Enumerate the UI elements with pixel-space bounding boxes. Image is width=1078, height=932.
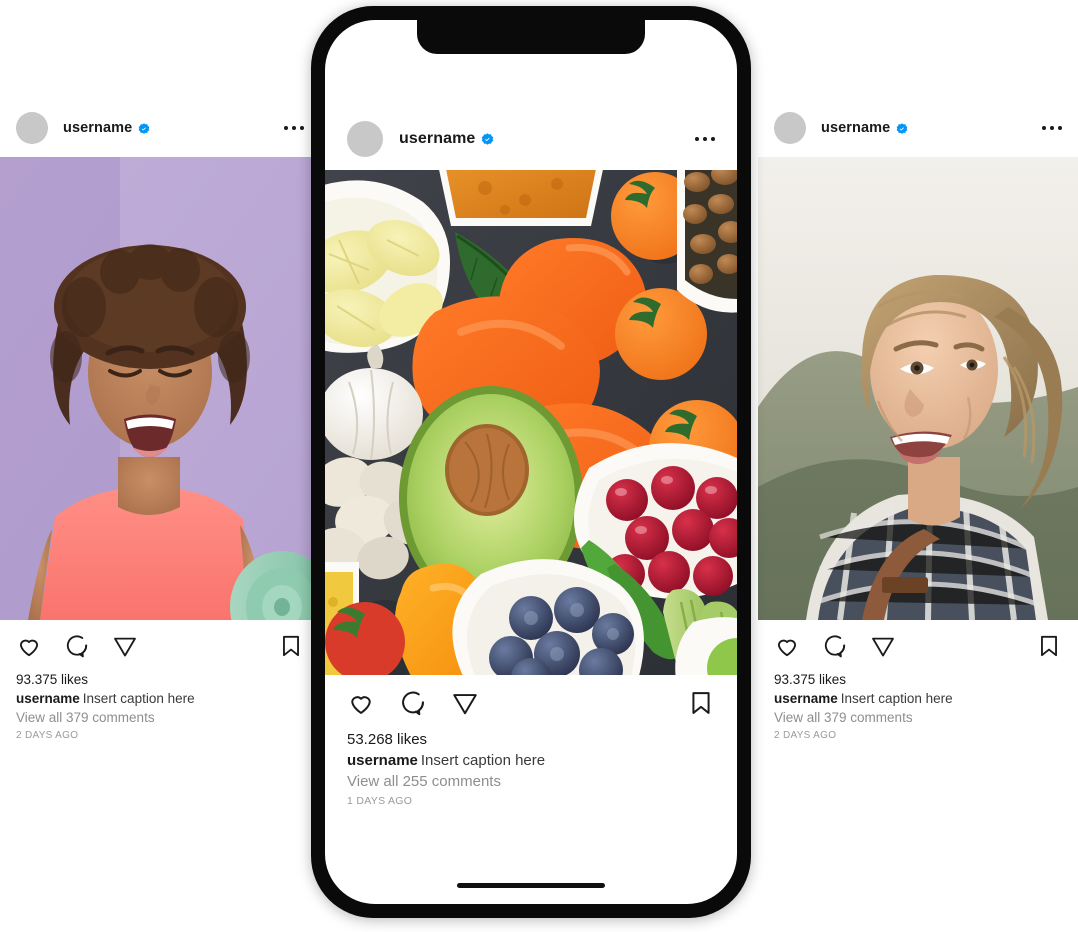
post-header-center: username (325, 108, 737, 170)
comment-icon[interactable] (64, 633, 90, 659)
likes-count: 93.375 likes (16, 672, 89, 687)
caption-text: Insert caption here (82, 691, 195, 706)
bookmark-icon[interactable] (278, 633, 304, 659)
bookmark-icon[interactable] (687, 689, 715, 717)
post-actions-left (0, 620, 320, 672)
share-icon[interactable] (112, 633, 138, 659)
phone-screen: username 53.268 likes username Insert ca… (325, 20, 737, 904)
phone-notch (417, 20, 645, 54)
share-icon[interactable] (870, 633, 896, 659)
share-icon[interactable] (451, 689, 479, 717)
verified-badge-icon (896, 122, 908, 134)
avatar[interactable] (16, 112, 48, 144)
post-header-left: username (0, 99, 320, 157)
post-image-right (758, 157, 1078, 620)
heart-icon[interactable] (774, 633, 800, 659)
post-meta-right: 93.375 likes username Insert caption here… (758, 672, 1078, 741)
caption: username Insert caption here (347, 752, 715, 769)
caption-username[interactable]: username (774, 691, 838, 706)
post-header-right: username (758, 99, 1078, 157)
caption-username[interactable]: username (16, 691, 80, 706)
post-meta-left: 93.375 likes username Insert caption here… (0, 672, 320, 741)
comment-icon[interactable] (399, 689, 427, 717)
post-actions-center (325, 675, 737, 731)
avatar[interactable] (774, 112, 806, 144)
post-timestamp: 2 DAYS AGO (16, 730, 79, 741)
avatar[interactable] (347, 121, 383, 157)
more-options-icon[interactable] (1042, 126, 1062, 130)
post-username[interactable]: username (63, 120, 132, 136)
post-card-right: username 93.375 likes username Insert ca… (758, 99, 1078, 741)
heart-icon[interactable] (347, 689, 375, 717)
post-meta-center: 53.268 likes username Insert caption here… (325, 731, 737, 807)
caption: username Insert caption here (774, 691, 1062, 706)
post-timestamp: 1 DAYS AGO (347, 795, 413, 807)
home-indicator[interactable] (457, 883, 605, 888)
caption: username Insert caption here (16, 691, 304, 706)
view-comments-link[interactable]: View all 255 comments (347, 773, 715, 790)
more-options-icon[interactable] (284, 126, 304, 130)
caption-text: Insert caption here (420, 752, 546, 769)
post-username[interactable]: username (399, 130, 475, 148)
likes-count: 53.268 likes (347, 731, 428, 748)
verified-badge-icon (481, 132, 494, 146)
caption-username[interactable]: username (347, 752, 418, 769)
phone-mockup: username 53.268 likes username Insert ca… (311, 6, 751, 918)
post-image-left (0, 157, 320, 620)
post-image-center (325, 170, 737, 675)
caption-text: Insert caption here (840, 691, 953, 706)
view-comments-link[interactable]: View all 379 comments (774, 710, 1062, 725)
heart-icon[interactable] (16, 633, 42, 659)
post-card-left: username 93.375 likes username Insert ca… (0, 99, 320, 741)
post-timestamp: 2 DAYS AGO (774, 730, 837, 741)
more-options-icon[interactable] (695, 137, 715, 141)
post-username[interactable]: username (821, 120, 890, 136)
comment-icon[interactable] (822, 633, 848, 659)
verified-badge-icon (138, 122, 150, 134)
post-actions-right (758, 620, 1078, 672)
likes-count: 93.375 likes (774, 672, 847, 687)
view-comments-link[interactable]: View all 379 comments (16, 710, 304, 725)
post-card-center: username 53.268 likes username Insert ca… (325, 108, 737, 807)
mockup-stage: username 93.375 likes username Insert ca… (0, 0, 1078, 932)
bookmark-icon[interactable] (1036, 633, 1062, 659)
